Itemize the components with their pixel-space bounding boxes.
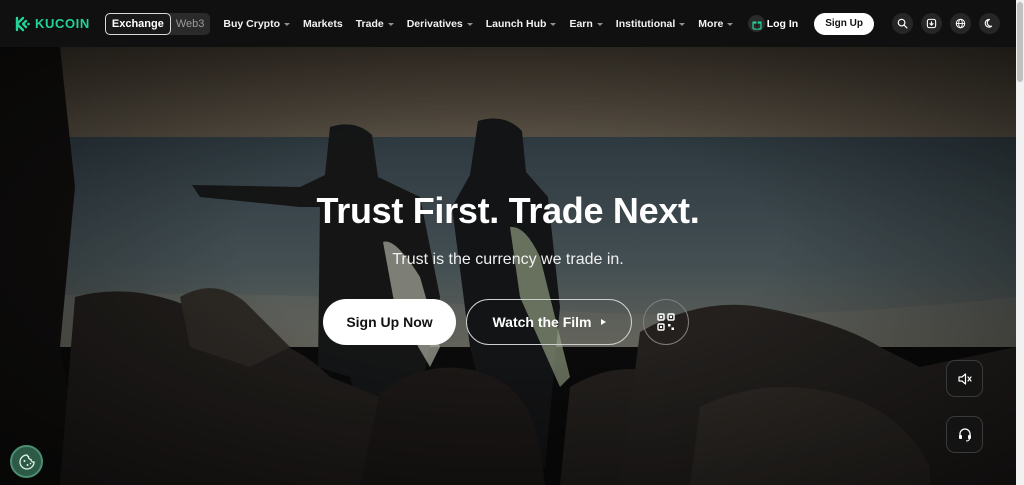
speaker-muted-icon	[957, 372, 972, 385]
menu-launch-hub[interactable]: Launch Hub	[486, 18, 557, 30]
theme-toggle-button[interactable]	[979, 13, 1000, 34]
hero-section: Trust First. Trade Next. Trust is the cu…	[0, 47, 1016, 485]
page-scrollbar[interactable]	[1016, 0, 1024, 485]
menu-earn[interactable]: Earn	[569, 17, 603, 30]
menu-launch-hub-label: Launch Hub	[485, 17, 547, 30]
menu-more-label: More	[698, 17, 724, 30]
download-icon	[926, 18, 937, 29]
cookie-icon	[18, 453, 35, 470]
watch-film-label: Watch the Film	[492, 314, 592, 330]
chevron-down-icon	[727, 22, 734, 26]
language-button[interactable]	[950, 13, 971, 34]
rewards-gift-button[interactable]	[748, 15, 766, 32]
chevron-down-icon	[284, 22, 290, 26]
menu-trade-label: Trade	[355, 17, 384, 30]
menu-institutional[interactable]: Institutional	[616, 18, 686, 30]
sign-up-now-button[interactable]: Sign Up Now	[323, 299, 456, 345]
kucoin-logo[interactable]: KUCOIN	[15, 0, 90, 47]
hero-subline: Trust is the currency we trade in.	[392, 251, 624, 268]
chevron-down-icon	[387, 22, 394, 26]
kucoin-logo-icon	[15, 16, 30, 31]
search-button[interactable]	[892, 13, 913, 34]
play-icon	[600, 319, 606, 325]
menu-buy-crypto[interactable]: Buy Crypto	[223, 18, 290, 30]
brand-name: KUCOIN	[35, 16, 90, 31]
exchange-web3-switch: Exchange Web3	[104, 12, 211, 35]
nav-signup-button[interactable]: Sign Up	[814, 12, 874, 35]
login-link[interactable]: Log In	[767, 18, 799, 30]
headset-icon	[958, 427, 971, 442]
menu-derivatives-label: Derivatives	[406, 17, 463, 30]
support-chat-button[interactable]	[946, 416, 983, 453]
globe-icon	[955, 18, 966, 29]
theme-moon-icon	[984, 18, 993, 28]
hero-headline: Trust First. Trade Next.	[316, 190, 700, 231]
chevron-down-icon	[679, 22, 686, 26]
nav-right-group: Log In Sign Up	[767, 0, 1016, 47]
menu-buy-crypto-label: Buy Crypto	[223, 17, 280, 30]
gift-icon	[752, 21, 762, 30]
menu-earn-label: Earn	[569, 17, 593, 30]
chevron-down-icon	[596, 22, 603, 26]
menu-markets[interactable]: Markets	[303, 18, 343, 30]
mute-video-button[interactable]	[946, 360, 983, 397]
top-navbar: KUCOIN Exchange Web3 Buy Crypto Markets …	[0, 0, 1016, 47]
main-menu: Buy Crypto Markets Trade Derivatives Lau…	[223, 0, 766, 47]
menu-trade[interactable]: Trade	[356, 18, 394, 30]
menu-derivatives[interactable]: Derivatives	[407, 18, 473, 30]
scrollbar-thumb[interactable]	[1017, 2, 1023, 82]
menu-institutional-label: Institutional	[615, 17, 676, 30]
chevron-down-icon	[466, 22, 473, 26]
web3-tab[interactable]: Web3	[171, 18, 205, 30]
qr-code-icon	[657, 313, 675, 331]
chevron-down-icon	[550, 22, 557, 26]
watch-film-button[interactable]: Watch the Film	[466, 299, 632, 345]
cookie-settings-button[interactable]	[10, 445, 43, 478]
exchange-tab[interactable]: Exchange	[104, 12, 171, 35]
menu-more[interactable]: More	[698, 17, 734, 30]
search-icon	[897, 18, 908, 29]
qr-code-button[interactable]	[643, 299, 689, 345]
menu-markets-label: Markets	[303, 17, 343, 30]
download-button[interactable]	[921, 13, 942, 34]
